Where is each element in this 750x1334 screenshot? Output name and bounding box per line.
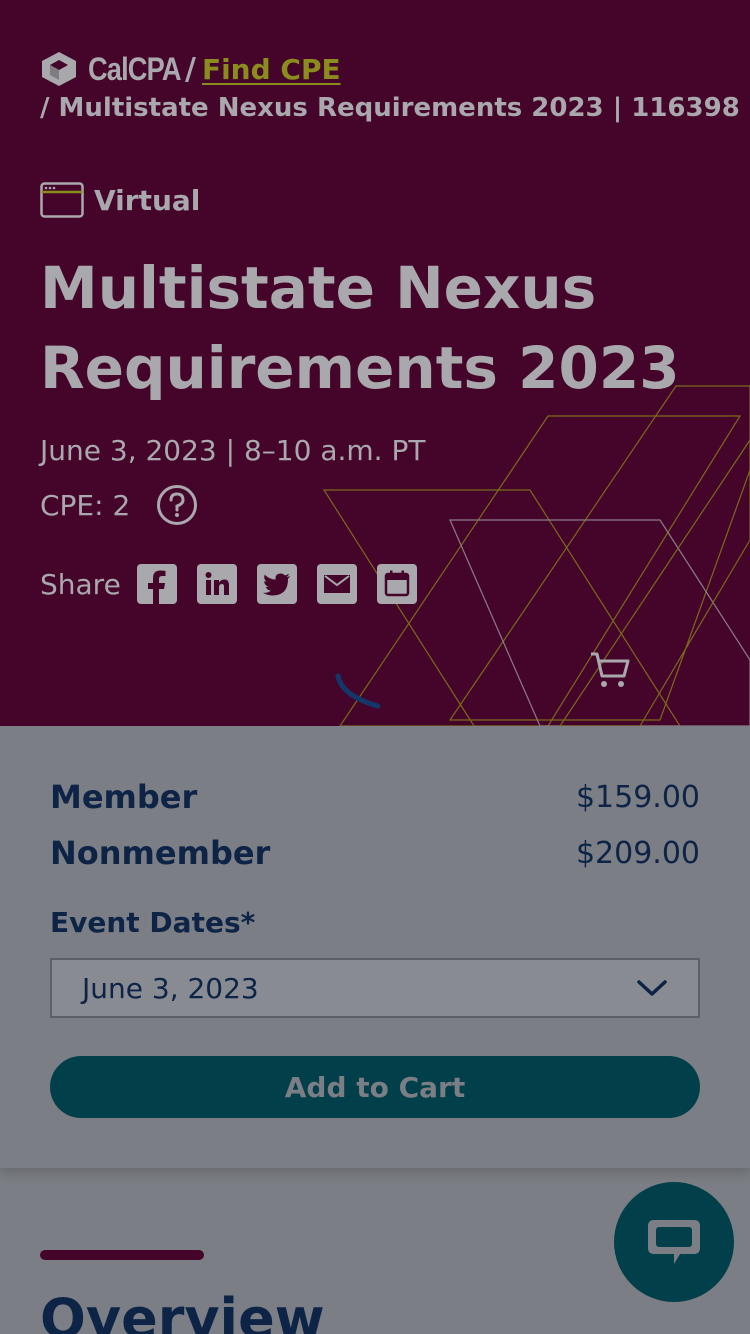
calendar-icon xyxy=(384,570,410,597)
cpe-credits: CPE: 2 xyxy=(40,484,198,526)
registration-panel: Member $159.00 Nonmember $209.00 Event D… xyxy=(0,726,750,1168)
question-circle-icon[interactable] xyxy=(156,484,198,526)
chevron-down-icon xyxy=(637,980,667,996)
chat-button[interactable] xyxy=(614,1182,734,1302)
event-title: Multistate Nexus Requirements 2023 xyxy=(40,254,680,402)
share-facebook-button[interactable] xyxy=(136,564,177,604)
breadcrumb-link-find-cpe[interactable]: Find CPE xyxy=(202,53,341,86)
breadcrumb: CalCPA / Find CPE / Multistate Nexus Req… xyxy=(40,50,740,124)
member-label: Member xyxy=(50,778,198,816)
event-date-time: June 3, 2023 | 8–10 a.m. PT xyxy=(40,434,426,467)
overview-heading: Overview xyxy=(40,1287,325,1334)
breadcrumb-separator: / xyxy=(184,51,196,87)
calcpa-logo-text[interactable]: CalCPA xyxy=(88,51,181,88)
event-hero: CalCPA / Find CPE / Multistate Nexus Req… xyxy=(0,0,750,726)
nonmember-price-row: Nonmember $209.00 xyxy=(50,834,700,872)
nonmember-label: Nonmember xyxy=(50,834,271,872)
linkedin-icon xyxy=(205,572,229,595)
loading-spinner-icon xyxy=(335,673,380,709)
event-dates-select[interactable]: June 3, 2023 xyxy=(50,958,700,1018)
cart-icon[interactable] xyxy=(588,648,632,692)
chat-bubble-icon xyxy=(648,1220,700,1264)
share-bar: Share xyxy=(40,564,437,604)
event-format: Virtual xyxy=(40,182,200,218)
overview-accent-bar xyxy=(40,1250,204,1260)
email-icon xyxy=(323,575,350,593)
breadcrumb-current: / Multistate Nexus Requirements 2023 | 1… xyxy=(40,93,740,123)
event-dates-label: Event Dates* xyxy=(50,906,256,939)
browser-window-icon xyxy=(40,182,84,218)
event-dates-selected: June 3, 2023 xyxy=(82,971,259,1005)
cpe-label: CPE: 2 xyxy=(40,488,131,522)
facebook-icon xyxy=(147,570,166,604)
share-email-button[interactable] xyxy=(316,564,357,604)
calcpa-logo-icon[interactable] xyxy=(40,50,78,88)
share-label: Share xyxy=(40,567,121,601)
nonmember-price: $209.00 xyxy=(575,835,700,871)
twitter-icon xyxy=(262,573,290,596)
add-to-cart-button[interactable]: Add to Cart xyxy=(50,1056,700,1118)
member-price: $159.00 xyxy=(575,779,700,815)
member-price-row: Member $159.00 xyxy=(50,778,700,816)
share-twitter-button[interactable] xyxy=(256,564,297,604)
share-calendar-button[interactable] xyxy=(376,564,417,604)
event-format-label: Virtual xyxy=(94,183,201,217)
share-linkedin-button[interactable] xyxy=(196,564,237,604)
